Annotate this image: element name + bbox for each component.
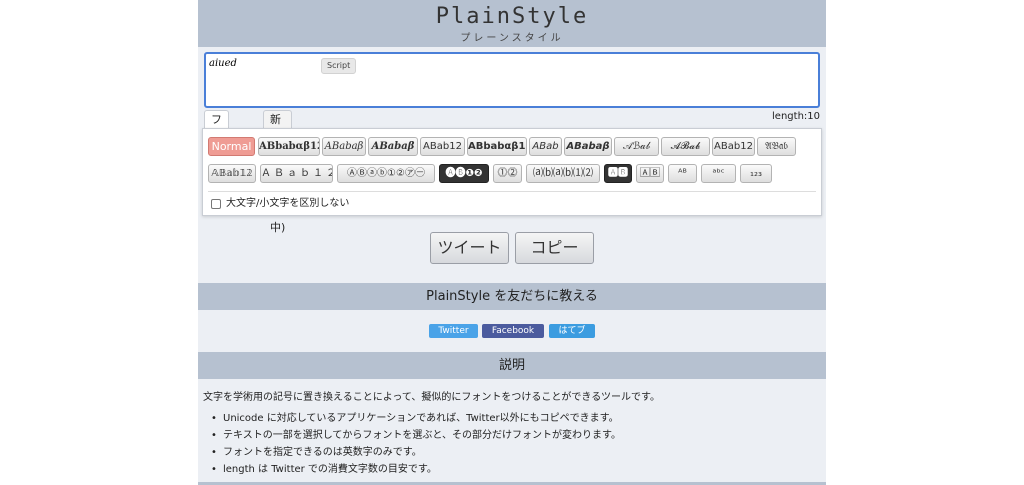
description-heading: 説明: [198, 352, 826, 379]
twitter-share-button[interactable]: Twitter: [429, 324, 478, 338]
font-button-normal[interactable]: Normal: [208, 137, 255, 156]
description-item: テキストの一部を選択してからフォントを選ぶと、その部分だけフォントが変わります。: [211, 427, 621, 444]
description-item: フォントを指定できるのは英数字のみです。: [211, 444, 621, 461]
font-button-parenthesized[interactable]: ⒜⒝⒜⒝⑴⑵: [526, 164, 600, 183]
font-button-bold-script[interactable]: 𝓐𝓑𝓪𝓫: [661, 137, 710, 156]
font-button-double-circled[interactable]: ⓵⓶: [493, 164, 522, 183]
font-button-sans-bold[interactable]: ABbabαβ12: [467, 137, 527, 156]
tab-new-features[interactable]: 新機能 (テスト中): [263, 110, 293, 234]
tweet-button[interactable]: ツイート: [430, 232, 509, 264]
script-button[interactable]: Script: [321, 58, 357, 74]
font-button-fraktur[interactable]: 𝔄𝔅𝔞𝔟: [757, 137, 796, 156]
font-button-negative-circled[interactable]: 🅐🅑❶❷: [439, 164, 489, 183]
hatebu-share-button[interactable]: はてブ: [549, 324, 595, 338]
copy-button[interactable]: コピー: [515, 232, 594, 264]
font-button-small-squared[interactable]: ᴬᴮ: [668, 164, 697, 183]
font-button-sans-bold-italic[interactable]: ABabaβ: [564, 137, 612, 156]
font-panel: Normal ABbabαβ12 ABabaβ ABabaβ ABab12 AB…: [202, 128, 822, 216]
description-item: length は Twitter での消費文字数の目安です。: [211, 461, 621, 478]
font-button-monospace[interactable]: ABab12: [712, 137, 755, 156]
description-list: Unicode に対応しているアプリケーションであれば、Twitter以外にもコ…: [211, 410, 621, 478]
site-header: PlainStyle プレーンスタイル: [198, 0, 826, 47]
case-insensitive-checkbox[interactable]: [211, 199, 221, 209]
case-insensitive-label[interactable]: 大文字/小文字を区別しない: [226, 196, 349, 212]
font-button-circled[interactable]: ⒶⒷⓐⓑ①②㋐㊀: [337, 164, 435, 183]
font-button-superscript[interactable]: ᵃᵇᶜ: [701, 164, 736, 183]
site-logo-subtitle: プレーンスタイル: [460, 33, 564, 44]
description-item: Unicode に対応しているアプリケーションであれば、Twitter以外にもコ…: [211, 410, 621, 427]
main-column: PlainStyle プレーンスタイル aiued Script フォント 新機…: [198, 0, 826, 485]
share-section-heading: PlainStyle を友だちに教える: [198, 283, 826, 310]
font-button-serif-bold-italic[interactable]: ABabaβ: [368, 137, 418, 156]
panel-divider: [208, 191, 816, 192]
text-input-value[interactable]: aiued: [209, 58, 237, 69]
font-button-negative-squared[interactable]: 🅰🅱: [604, 164, 632, 183]
font-button-double-struck[interactable]: 𝔸𝔹𝕒𝕓𝟙𝟚: [208, 164, 256, 183]
font-button-serif-italic[interactable]: ABabaβ: [322, 137, 366, 156]
font-button-fullwidth[interactable]: ＡＢａｂ１２: [260, 164, 333, 183]
font-button-sans[interactable]: ABab12: [420, 137, 465, 156]
font-button-serif-bold[interactable]: ABbabαβ12: [258, 137, 320, 156]
font-button-script[interactable]: 𝒜ℬ𝒶𝒷: [614, 137, 659, 156]
font-button-sans-italic[interactable]: ABab: [529, 137, 562, 156]
font-button-squared[interactable]: 🄰🄱: [636, 164, 664, 183]
text-input-area[interactable]: aiued Script: [204, 52, 820, 108]
length-counter: length:10: [772, 111, 820, 122]
facebook-share-button[interactable]: Facebook: [482, 324, 544, 338]
font-button-subscript[interactable]: ₁₂₃: [740, 164, 772, 183]
tab-fonts[interactable]: フォント: [204, 110, 229, 180]
description-text: 文字を学術用の記号に置き換えることによって、擬似的にフォントをつけることができる…: [203, 392, 660, 403]
site-logo[interactable]: PlainStyle: [198, 4, 826, 29]
